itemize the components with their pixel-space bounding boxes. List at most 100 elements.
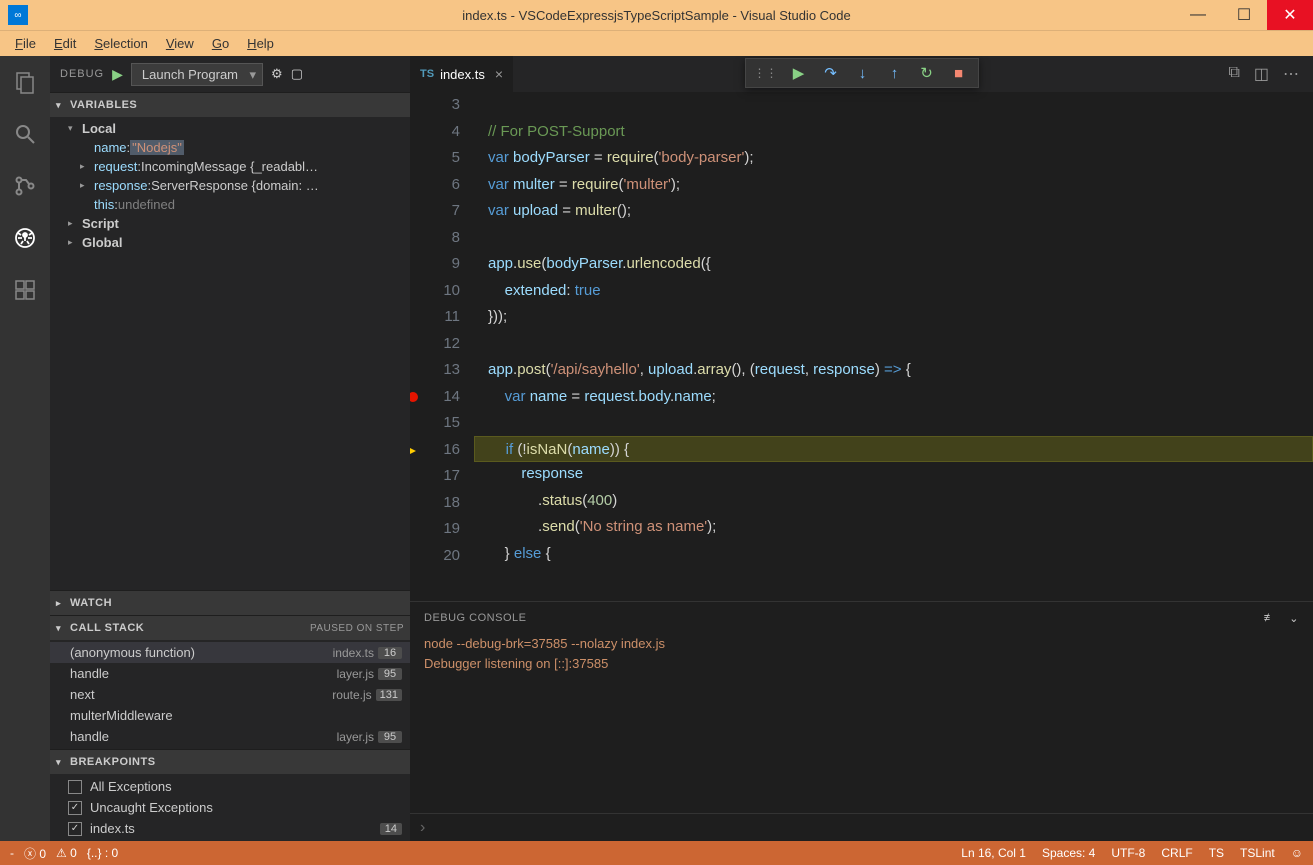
code-line[interactable]: })); [474, 304, 1313, 331]
menu-file[interactable]: File [6, 33, 45, 54]
breakpoint-row[interactable]: Uncaught Exceptions [50, 797, 410, 818]
app-icon: ∞ [8, 5, 28, 25]
status-errors[interactable]: ⓧ 0 [24, 845, 46, 862]
code-line[interactable]: app.use(bodyParser.urlencoded({ [474, 251, 1313, 278]
code-line[interactable] [474, 225, 1313, 252]
console-input[interactable]: › [410, 813, 1313, 841]
code-line[interactable]: var bodyParser = require('body-parser'); [474, 145, 1313, 172]
checkbox-icon[interactable] [68, 822, 82, 836]
split-editor-icon[interactable]: ◫ [1254, 64, 1269, 84]
scope-script[interactable]: ▸Script [50, 214, 410, 233]
code-line[interactable]: var multer = require('multer'); [474, 172, 1313, 199]
menu-edit[interactable]: Edit [45, 33, 85, 54]
restart-button[interactable]: ↻ [912, 60, 942, 86]
menu-go[interactable]: Go [203, 33, 238, 54]
console-icon[interactable]: ▢ [291, 66, 303, 82]
code-line[interactable]: var upload = multer(); [474, 198, 1313, 225]
step-into-button[interactable]: ↓ [848, 60, 878, 86]
activity-bar [0, 56, 50, 841]
debug-toolbar: ⋮⋮ ▶ ↷ ↓ ↑ ↻ ■ [745, 58, 979, 88]
menu-selection[interactable]: Selection [85, 33, 156, 54]
status-lang[interactable]: TS [1209, 846, 1224, 860]
status-eol[interactable]: CRLF [1161, 846, 1192, 860]
scope-local[interactable]: ▾Local [50, 119, 410, 138]
watch-header[interactable]: ▸WATCH [50, 591, 410, 615]
code-line[interactable]: extended: true [474, 278, 1313, 305]
feedback-icon[interactable]: ☺ [1291, 846, 1303, 860]
variable-row[interactable]: ▸request: IncomingMessage {_readabl… [50, 157, 410, 176]
step-out-button[interactable]: ↑ [880, 60, 910, 86]
stack-frame[interactable]: handlelayer.js95 [50, 726, 410, 747]
clear-console-icon[interactable]: ≢ [1264, 612, 1276, 625]
debug-icon[interactable] [9, 222, 41, 254]
variables-header[interactable]: ▾VARIABLES [50, 93, 410, 117]
variable-row[interactable]: this: undefined [50, 195, 410, 214]
scope-global[interactable]: ▸Global [50, 233, 410, 252]
debug-console-panel: DEBUG CONSOLE ≢ ⌄ node --debug-brk=3758… [410, 601, 1313, 841]
minimize-button[interactable]: — [1175, 0, 1221, 30]
stack-frame[interactable]: multerMiddleware [50, 705, 410, 726]
code-editor[interactable]: 34567891011121314151617181920 // For POS… [410, 92, 1313, 601]
code-line[interactable]: response [474, 461, 1313, 488]
launch-config-select[interactable]: Launch Program [131, 63, 263, 86]
status-encoding[interactable]: UTF-8 [1111, 846, 1145, 860]
continue-button[interactable]: ▶ [784, 60, 814, 86]
menu-view[interactable]: View [157, 33, 203, 54]
execution-pointer-icon [410, 446, 416, 456]
compare-icon[interactable]: ⧉ [1228, 64, 1239, 84]
maximize-button[interactable]: ☐ [1221, 0, 1267, 30]
source-control-icon[interactable] [9, 170, 41, 202]
debug-label: DEBUG [60, 68, 104, 80]
gear-icon[interactable]: ⚙ [271, 66, 283, 82]
code-line[interactable] [474, 410, 1313, 437]
code-line[interactable]: var name = request.body.name; [474, 384, 1313, 411]
checkbox-icon[interactable] [68, 801, 82, 815]
status-linter[interactable]: TSLint [1240, 846, 1275, 860]
breakpoint-dot[interactable] [410, 392, 418, 402]
titlebar: ∞ index.ts - VSCodeExpressjsTypeScriptSa… [0, 0, 1313, 30]
code-line[interactable] [474, 92, 1313, 119]
extensions-icon[interactable] [9, 274, 41, 306]
menu-help[interactable]: Help [238, 33, 283, 54]
status-warnings[interactable]: ⚠ 0 [56, 846, 77, 860]
drag-handle-icon[interactable]: ⋮⋮ [750, 66, 782, 80]
more-icon[interactable]: ⋯ [1283, 64, 1299, 84]
tab-index-ts[interactable]: TS index.ts × [410, 56, 513, 92]
close-tab-icon[interactable]: × [495, 66, 503, 82]
code-line[interactable]: } else { [474, 541, 1313, 568]
stack-frame[interactable]: (anonymous function)index.ts16 [50, 642, 410, 663]
window-title: index.ts - VSCodeExpressjsTypeScriptSamp… [462, 8, 851, 23]
breakpoints-header[interactable]: ▾BREAKPOINTS [50, 750, 410, 774]
status-braces[interactable]: {..} : 0 [87, 846, 118, 860]
variable-row[interactable]: name: "Nodejs" [50, 138, 410, 157]
step-over-button[interactable]: ↷ [816, 60, 846, 86]
debug-sidebar: DEBUG ▶ Launch Program ⚙ ▢ ▾VARIABLES ▾L… [50, 56, 410, 841]
close-button[interactable]: ✕ [1267, 0, 1313, 30]
explorer-icon[interactable] [9, 66, 41, 98]
code-line[interactable]: .send('No string as name'); [474, 514, 1313, 541]
statusbar: - ⓧ 0 ⚠ 0 {..} : 0 Ln 16, Col 1 Spaces: … [0, 841, 1313, 865]
breakpoint-row[interactable]: index.ts14 [50, 818, 410, 839]
stack-frame[interactable]: handlelayer.js95 [50, 663, 410, 684]
code-line[interactable]: app.post('/api/sayhello', upload.array()… [474, 357, 1313, 384]
menubar: FileEditSelectionViewGoHelp [0, 30, 1313, 56]
search-icon[interactable] [9, 118, 41, 150]
stack-frame[interactable]: nextroute.js131 [50, 684, 410, 705]
callstack-header[interactable]: ▾CALL STACKPAUSED ON STEP [50, 616, 410, 640]
status-spaces[interactable]: Spaces: 4 [1042, 846, 1095, 860]
variable-row[interactable]: ▸response: ServerResponse {domain: … [50, 176, 410, 195]
status-position[interactable]: Ln 16, Col 1 [961, 846, 1026, 860]
editor-tabbar: TS index.ts × ⋮⋮ ▶ ↷ ↓ ↑ ↻ ■ ⧉ ◫ ⋯ [410, 56, 1313, 92]
debug-console-label: DEBUG CONSOLE [424, 612, 526, 624]
tab-label: index.ts [440, 67, 485, 82]
collapse-panel-icon[interactable]: ⌄ [1289, 612, 1299, 625]
checkbox-icon[interactable] [68, 780, 82, 794]
code-line[interactable]: .status(400) [474, 488, 1313, 515]
code-line[interactable]: if (!isNaN(name)) { [474, 436, 1313, 463]
start-debug-button[interactable]: ▶ [112, 66, 123, 83]
code-line[interactable]: // For POST-Support [474, 119, 1313, 146]
code-line[interactable] [474, 331, 1313, 358]
stop-button[interactable]: ■ [944, 60, 974, 86]
breakpoint-row[interactable]: All Exceptions [50, 776, 410, 797]
console-output: node --debug-brk=37585 --nolazy index.js… [410, 634, 1313, 813]
